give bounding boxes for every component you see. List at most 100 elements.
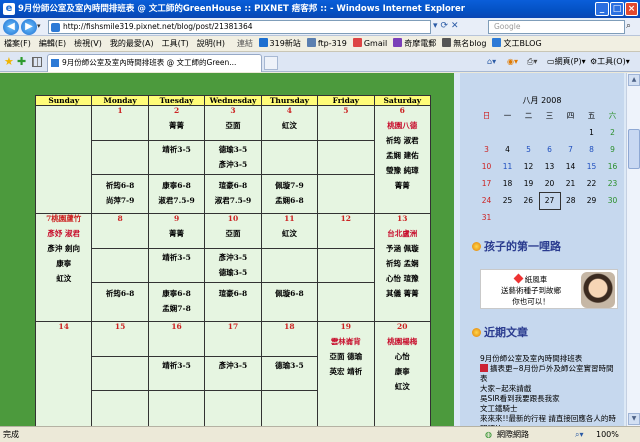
recent-post-link[interactable]: 文工鐵騎士: [480, 404, 620, 414]
recent-post-link[interactable]: 吳SIR看到我要跟長我家: [480, 394, 620, 404]
entry: 心怡 瑄豫: [385, 274, 419, 283]
menu-tools[interactable]: 工具(T): [158, 36, 193, 52]
feeds-icon[interactable]: ◉▾: [507, 56, 518, 68]
link-319[interactable]: 319新站: [256, 36, 304, 52]
entry: 虹汶: [281, 121, 297, 130]
vertical-scrollbar[interactable]: ▲ ▼: [626, 73, 640, 426]
menu-file[interactable]: 檔案(F): [0, 36, 35, 52]
refresh-stop-icons[interactable]: ▾⟳✕: [433, 21, 462, 31]
new-tab-button[interactable]: [264, 56, 278, 70]
day-number: 15: [114, 322, 126, 331]
divider: [148, 248, 205, 249]
banner-line1: 紙風車: [481, 273, 581, 285]
child-photo: [581, 272, 615, 308]
entry: 祈筠6-8: [105, 289, 135, 298]
recent-post-link[interactable]: 大家~起來請戲: [480, 384, 620, 394]
address-input[interactable]: http://fishsmile319.pixnet.net/blog/post…: [48, 20, 431, 34]
search-icon[interactable]: ⌕: [626, 21, 631, 31]
history-dropdown-icon[interactable]: ▾: [37, 22, 41, 30]
paper-windmill-banner[interactable]: 紙風車 送藝術種子到故鄉 你也可以！: [480, 269, 618, 309]
recent-post-link[interactable]: 擴表更~8月份戶外及師公室實習時間表: [480, 364, 620, 384]
entry: 孟娴7-8: [162, 304, 191, 313]
recent-post-link[interactable]: 來來來!!最新的行程 請直接回應各人的時間吧!!: [480, 414, 620, 426]
link-wretch[interactable]: 無名blog: [439, 36, 489, 52]
calendar-day: 4: [505, 145, 510, 154]
forward-button[interactable]: ▶: [21, 19, 37, 35]
entry: 德瑜3-5: [218, 145, 248, 154]
menu-edit[interactable]: 編輯(E): [35, 36, 70, 52]
divider: [205, 248, 261, 249]
divider: [92, 356, 148, 357]
header-sunday: Sunday: [34, 95, 93, 106]
sidebar-panel: 八月 2008 日一二三四五六 1 2 3 4 5 6 7 8 9 10 11 12 13 14 15 16 1…: [460, 73, 624, 426]
calendar-day[interactable]: 15: [581, 158, 602, 175]
scroll-up-arrow-icon[interactable]: ▲: [628, 74, 640, 86]
section-title-text: 孩子的第一哩路: [484, 240, 561, 253]
banner-line3: 你也可以！: [512, 297, 550, 306]
entry: 德瑜3-5: [218, 268, 248, 277]
calendar-day: [497, 209, 518, 226]
scroll-thumb[interactable]: [628, 129, 640, 169]
calendar-day[interactable]: 7: [560, 141, 581, 158]
calendar-day[interactable]: 11: [497, 158, 518, 175]
day-cell: 12: [317, 213, 375, 322]
zoom-level[interactable]: 100%: [596, 427, 619, 442]
recent-posts: 9月份師公室及室內時間排班表 擴表更~8月份戶外及師公室實習時間表 大家~起來請…: [480, 354, 620, 426]
link-label: ftp-319: [317, 39, 347, 48]
link-label: 無名blog: [453, 39, 487, 48]
scroll-down-arrow-icon[interactable]: ▼: [628, 413, 640, 425]
calendar-day[interactable]: 8: [581, 141, 602, 158]
zoom-icon[interactable]: ⌕▾: [575, 427, 584, 442]
tab-bar: ★ ✚ 9月份師公室及室內時間排班表 @ 文工師的Green... ⌂▾ ◉▾ …: [0, 52, 640, 72]
day-number: 9: [173, 214, 180, 223]
calendar-weekday: 六: [608, 111, 617, 120]
calendar-day[interactable]: 5: [518, 141, 539, 158]
divider: [318, 140, 374, 141]
page-menu[interactable]: ▭網頁(P)▾: [547, 56, 586, 68]
day-cell: 13 台北盧洲 予涵 佩璇 祈筠 孟娴 心怡 瑄豫 其儀 菁菁: [373, 213, 432, 322]
tab-current[interactable]: 9月份師公室及室內時間排班表 @ 文工師的Green...: [47, 54, 262, 72]
link-ftp[interactable]: ftp-319: [304, 36, 350, 52]
day-number: [36, 106, 91, 116]
add-favorite-icon[interactable]: ✚: [17, 55, 26, 68]
link-label: Gmail: [363, 39, 388, 48]
divider: [205, 140, 261, 141]
menu-view[interactable]: 檢視(V): [70, 36, 106, 52]
minimize-button[interactable]: _: [595, 2, 609, 16]
link-yahoo-mail[interactable]: 奇摩電郵: [390, 36, 439, 52]
link-blog[interactable]: 文工BLOG: [489, 36, 544, 52]
back-button[interactable]: ◀: [3, 19, 19, 35]
entry: 尚萍7-9: [105, 196, 135, 205]
maximize-button[interactable]: □: [610, 2, 624, 16]
day-number: 11: [284, 214, 295, 223]
globe-icon: ◍: [485, 430, 492, 439]
menu-favorites[interactable]: 我的最愛(A): [106, 36, 158, 52]
entry: 淑君7.5-9: [158, 196, 195, 205]
calendar-day: 19: [523, 179, 534, 188]
quick-tabs-icon[interactable]: [32, 57, 42, 67]
close-button[interactable]: ×: [625, 2, 638, 16]
divider: [92, 140, 148, 141]
favorites-star-icon[interactable]: ★: [4, 55, 14, 68]
search-input[interactable]: Google: [488, 20, 625, 34]
entry: 虹汶: [56, 274, 72, 283]
divider: [318, 248, 374, 249]
recent-post-link[interactable]: 9月份師公室及室內時間排班表: [480, 354, 620, 364]
home-icon[interactable]: ⌂▾: [487, 56, 496, 68]
calendar-day[interactable]: 6: [539, 141, 560, 158]
day-cell: 7桃園蘆竹 彥妤 淑君 彥沖 劍向 康寧 虹汶: [34, 213, 93, 322]
divider: [205, 356, 261, 357]
entry: 康寧: [56, 259, 72, 268]
entry: 孟娴 建佑: [385, 151, 419, 160]
entry: 虹汶: [394, 382, 410, 391]
link-gmail[interactable]: Gmail: [350, 36, 390, 52]
print-icon[interactable]: ⎙▾: [527, 56, 537, 68]
divider: [205, 174, 261, 175]
tools-menu[interactable]: ⚙工具(O)▾: [590, 56, 630, 68]
calendar-day: 18: [502, 179, 513, 188]
day-cell: 3 亞面 德瑜3-5 彥沖3-5 瑄豪6-8 淑君7.5-9: [204, 105, 262, 214]
divider: [261, 390, 318, 391]
calendar-day: 25: [502, 196, 513, 205]
day-cell: 1 祈筠6-8 尚萍7-9: [91, 105, 149, 214]
menu-help[interactable]: 說明(H): [193, 36, 229, 52]
